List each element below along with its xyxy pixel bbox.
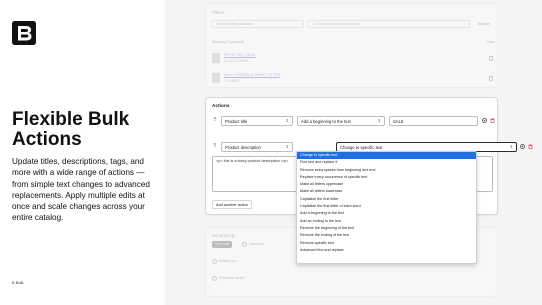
dropdown-option[interactable]: Capitalize the first letter of each word: [297, 203, 476, 210]
description: Update titles, descriptions, tags, and m…: [12, 157, 150, 223]
search-placeholder: Search product and variants: [315, 22, 360, 26]
selector-prefix: List by: [216, 22, 227, 26]
revert-label: Revert run: [219, 259, 236, 263]
product-thumbnail: [212, 73, 220, 83]
dropdown-option[interactable]: Remove specific text: [297, 240, 476, 247]
revert-radio[interactable]: [212, 259, 217, 264]
field-select-value: Product description: [225, 145, 261, 150]
product-selector[interactable]: List by Select products: [212, 20, 304, 28]
drag-handle-icon[interactable]: ⠿: [213, 118, 217, 123]
marketing-panel: Flexible Bulk Actions Update titles, des…: [0, 0, 165, 305]
dropdown-option[interactable]: Replace every occurrence of specific tex…: [297, 174, 476, 181]
operation-select[interactable]: Add a beginning to the text ⇕: [297, 116, 385, 126]
dropdown-option[interactable]: Change to specific text: [297, 152, 476, 160]
settings-icon[interactable]: [520, 144, 525, 149]
value-input-text: SALE: [393, 119, 404, 124]
dropdown-option[interactable]: Advanced find and replace: [297, 247, 476, 254]
run-now-button[interactable]: Run now: [212, 241, 233, 248]
product-link[interactable]: MAX | CROCKLE TANKT 70 TEE: [224, 73, 280, 77]
delete-icon[interactable]: [490, 118, 495, 123]
chevron-updown-icon: ⇕: [509, 144, 513, 149]
selector-label: Select products: [227, 22, 253, 26]
field-select-value: Product title: [225, 119, 248, 124]
schedule-radio[interactable]: [242, 242, 247, 247]
dropdown-option[interactable]: Make all letters lowercase: [297, 188, 476, 195]
app-screen: Filters List by Select products ⌕ Search…: [165, 0, 542, 305]
operation-dropdown-menu: Change to specific text Find text and rep…: [296, 151, 477, 264]
brand-logo: [12, 21, 36, 45]
dropdown-option[interactable]: Add a beginning to the text: [297, 210, 476, 217]
filters-card: Filters List by Select products ⌕ Search…: [205, 3, 498, 88]
footer-brand: B Bulk: [12, 280, 24, 285]
field-select[interactable]: Product title ⇕: [221, 116, 293, 126]
dropdown-option[interactable]: Find text and replace it: [297, 159, 476, 166]
textarea-value: <p> this is a fancy product description …: [216, 159, 289, 163]
headline: Flexible Bulk Actions: [12, 109, 130, 150]
chevron-updown-icon: ⇕: [285, 144, 289, 149]
schedule-label: Schedule: [249, 242, 264, 246]
dropdown-option[interactable]: Add an ending to the text: [297, 218, 476, 225]
chevron-updown-icon: ⇕: [377, 118, 381, 123]
trash-icon[interactable]: [489, 76, 493, 81]
clear-button[interactable]: Clear: [486, 40, 495, 44]
scheduling-title: Scheduling: [212, 233, 235, 238]
add-action-button[interactable]: Add another action: [212, 200, 252, 209]
field-select[interactable]: Product description ⇕: [221, 142, 293, 152]
selected-products-title: Showing 2 products: [212, 40, 244, 44]
product-category: ACCESSORIES: [224, 59, 249, 63]
value-input[interactable]: SALE: [389, 116, 478, 126]
dropdown-option[interactable]: Make all letters uppercase: [297, 181, 476, 188]
operation-select-value: Change to specific text: [340, 145, 383, 150]
schedule-revert-radio[interactable]: [212, 276, 217, 281]
delete-icon[interactable]: [528, 144, 533, 149]
dropdown-option[interactable]: Remove the beginning of the text: [297, 225, 476, 232]
chevron-updown-icon: ⇕: [285, 118, 289, 123]
dropdown-option[interactable]: Remove the ending of the text: [297, 232, 476, 239]
search-input[interactable]: ⌕ Search product and variants: [308, 20, 470, 28]
dropdown-option[interactable]: Remove extra spaces from beginning and e…: [297, 167, 476, 174]
schedule-revert-label: Schedule revert: [219, 276, 245, 280]
drag-handle-icon[interactable]: ⠿: [213, 144, 217, 149]
dropdown-option[interactable]: Capitalize the first letter: [297, 196, 476, 203]
trash-icon[interactable]: [489, 56, 493, 61]
filters-title: Filters: [212, 10, 225, 15]
operation-select-value: Add a beginning to the text: [301, 119, 351, 124]
browse-button[interactable]: Browse: [478, 22, 490, 26]
product-category: T-SHIRTS: [224, 79, 240, 83]
product-thumbnail: [212, 53, 220, 63]
actions-title: Actions: [212, 104, 230, 109]
settings-icon[interactable]: [482, 118, 487, 123]
run-now-label: Run now: [215, 242, 230, 246]
product-link[interactable]: PEPSI TAG | SINK: [224, 53, 256, 57]
